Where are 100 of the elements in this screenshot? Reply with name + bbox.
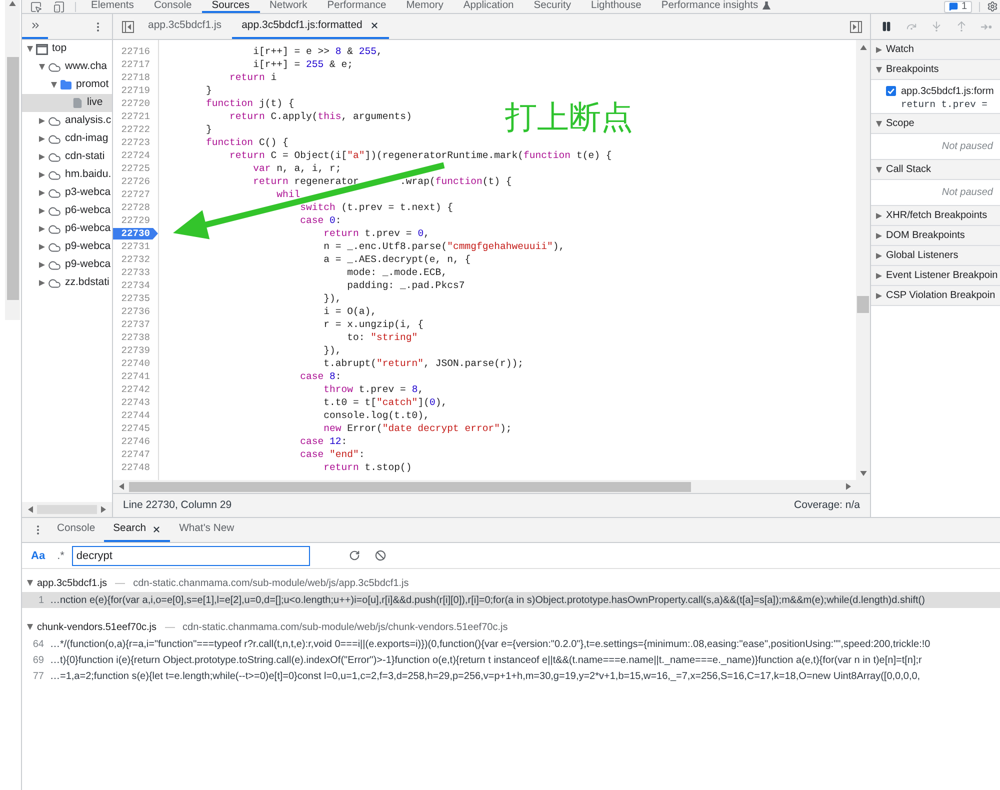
panel-tab[interactable]: Security xyxy=(524,0,581,13)
drawer-tab[interactable]: Search xyxy=(104,518,170,542)
scrollbar-thumb[interactable] xyxy=(857,296,869,313)
section-header[interactable]: DOM Breakpoints xyxy=(871,226,1000,246)
cloud-icon xyxy=(48,132,61,146)
section-header[interactable]: XHR/fetch Breakpoints xyxy=(871,206,1000,226)
breakpoint-location[interactable]: app.3c5bdcf1.js:form xyxy=(901,85,994,98)
caret-icon[interactable] xyxy=(876,252,882,258)
caret-icon[interactable] xyxy=(39,208,45,214)
tree-item[interactable]: live xyxy=(22,94,112,112)
tree-item[interactable]: hm.baidu. xyxy=(22,166,112,184)
panel-tab[interactable]: Lighthouse xyxy=(580,0,652,13)
panel-tab[interactable]: Application xyxy=(453,0,524,13)
tree-item[interactable]: p9-webca xyxy=(22,256,112,274)
search-match[interactable]: 77 …=1,a=2;function s(e){let t=e.length;while(--t>=0)e[t]=0}const l=0,u=1,c=2,f=3,d=258,h=29,p=256,v=p+1+h,m=30,g=19,y=2*v+1,b=15,w=16,_=7,x=256,S=16,C=17,k=18,O=new Uint8Array([0,0,0,0, xyxy=(22,668,1000,684)
file-name[interactable]: chunk-vendors.51eef70c.js xyxy=(37,620,157,634)
caret-icon[interactable] xyxy=(876,292,882,298)
section-header[interactable]: Call Stack xyxy=(871,160,1000,180)
caret-icon[interactable] xyxy=(39,154,45,160)
caret-icon[interactable] xyxy=(39,226,45,232)
tree-item[interactable]: p6-webca xyxy=(22,220,112,238)
panel-tab[interactable]: Elements xyxy=(81,0,144,13)
device-icon[interactable] xyxy=(53,0,65,12)
caret-icon[interactable] xyxy=(876,120,882,126)
caret-icon[interactable] xyxy=(39,190,45,196)
search-field[interactable]: decrypt xyxy=(72,546,310,566)
coverage-status: Coverage: n/a xyxy=(794,498,860,513)
line-number: 22731 xyxy=(121,240,150,253)
caret-icon[interactable] xyxy=(51,82,57,88)
sidebar-toggle-icon[interactable] xyxy=(850,20,862,32)
caret-icon[interactable] xyxy=(27,580,33,586)
caret-icon[interactable] xyxy=(39,262,45,268)
status-message: Not paused xyxy=(942,140,993,154)
caret-icon[interactable] xyxy=(39,136,45,142)
search-match[interactable]: 1 …nction e(e){for(var a,i,o=e[0],s=e[1],l=e[2],u=0,d=[];u<o.length;u++)i=o[u],r[i]&&d.push(r[i][0]),r[i]=0;for(a in s)Object.prototype.hasOwnProperty.call(s,a)&&(t[a]=s[a]);m&&m(e);while(d.length)d.shift() xyxy=(22,592,1000,608)
tree-item[interactable]: p3-webca xyxy=(22,184,112,202)
issues-badge[interactable]: 1 xyxy=(944,0,972,12)
settings-icon[interactable] xyxy=(987,1,998,12)
tree-item[interactable]: www.cha xyxy=(22,58,112,76)
scrollbar-thumb[interactable] xyxy=(6,57,18,300)
file-name[interactable]: app.3c5bdcf1.js xyxy=(37,576,108,590)
scroll-arrow-icon[interactable] xyxy=(118,483,124,490)
tree-item[interactable]: top xyxy=(22,40,112,58)
caret-icon[interactable] xyxy=(39,172,45,178)
scroll-arrow-icon[interactable] xyxy=(9,1,16,6)
tree-item[interactable]: p9-webca xyxy=(22,238,112,256)
search-match[interactable]: 69 …t){0}function i(e){return Object.prototype.toString.call(e).indexOf("Error")>-1}function o(e,t){return t instanceof e||t&&(t.name===e.name||t._name===e._name)}function a(e,t){for(var n in t)e[n]=t[n];r xyxy=(22,652,1000,668)
caret-icon[interactable] xyxy=(876,232,882,238)
code-line: switch (t.prev = t.next) { xyxy=(300,201,453,214)
panel-tab[interactable]: Network xyxy=(260,0,318,13)
editor-tab[interactable]: app.3c5bdcf1.js xyxy=(138,14,232,39)
scroll-arrow-icon[interactable] xyxy=(101,506,106,513)
caret-icon[interactable] xyxy=(39,118,45,124)
section-header[interactable]: Scope xyxy=(871,114,1000,134)
close-icon[interactable] xyxy=(152,524,162,534)
tree-item[interactable]: cdn-stati xyxy=(22,148,112,166)
caret-icon[interactable] xyxy=(876,46,882,52)
panel-tab[interactable]: Performance insights xyxy=(651,0,782,13)
close-icon[interactable] xyxy=(370,21,380,30)
section-header[interactable]: CSP Violation Breakpoin xyxy=(871,286,1000,306)
tree-item[interactable]: promot xyxy=(22,76,112,94)
caret-icon[interactable] xyxy=(876,212,882,218)
scroll-arrow-icon[interactable] xyxy=(860,44,866,50)
caret-icon[interactable] xyxy=(27,624,33,630)
scrollbar-thumb[interactable] xyxy=(129,482,691,492)
section-header[interactable]: Global Listeners xyxy=(871,246,1000,266)
caret-icon[interactable] xyxy=(876,272,882,278)
tree-item[interactable]: analysis.c xyxy=(22,112,112,130)
caret-icon[interactable] xyxy=(27,46,33,52)
refresh-icon[interactable] xyxy=(349,550,360,561)
drawer-tab[interactable]: Console xyxy=(48,518,104,542)
drawer-tab[interactable]: What's New xyxy=(170,518,244,542)
tree-item[interactable]: p6-webca xyxy=(22,202,112,220)
section-header[interactable]: Watch xyxy=(871,40,1000,60)
caret-icon[interactable] xyxy=(876,66,882,72)
inspect-icon[interactable] xyxy=(30,0,42,12)
panel-tab[interactable]: Console xyxy=(144,0,202,13)
section-header[interactable]: Event Listener Breakpoin xyxy=(871,266,1000,286)
search-option-button[interactable]: Aa xyxy=(31,548,46,562)
clear-icon[interactable] xyxy=(375,550,386,561)
caret-icon[interactable] xyxy=(39,64,45,70)
panel-tab[interactable]: Performance xyxy=(317,0,396,13)
sidebar-toggle-icon[interactable] xyxy=(122,20,134,32)
caret-icon[interactable] xyxy=(39,244,45,250)
line-number: 22742 xyxy=(121,383,150,396)
tree-item[interactable]: zz.bdstati xyxy=(22,274,112,292)
search-option-button[interactable]: .* xyxy=(57,548,64,562)
search-match[interactable]: 64 …*/(function(o,a){r=a,i="function"===typeof r?r.call(t,n,t,e):r,void 0===i||(e.exports=i)})(0,function(){var e={version:"0.2.0"},t=e.settings={minimum:.08,easing:"ease",positionUsing:"",speed:200,trickle:!0 xyxy=(22,636,1000,652)
scroll-arrow-icon[interactable] xyxy=(860,470,866,476)
section-header[interactable]: Breakpoints xyxy=(871,60,1000,80)
caret-icon[interactable] xyxy=(39,280,45,286)
scroll-arrow-icon[interactable] xyxy=(846,483,850,490)
pause-icon[interactable] xyxy=(881,21,892,32)
checkbox[interactable] xyxy=(886,86,896,96)
panel-tab[interactable]: Memory xyxy=(396,0,454,13)
code-line: t.abrupt("return", JSON.parse(r)); xyxy=(324,357,524,370)
line-number: 22748 xyxy=(121,461,150,474)
tree-item[interactable]: cdn-imag xyxy=(22,130,112,148)
caret-icon[interactable] xyxy=(876,166,882,172)
scroll-arrow-icon[interactable] xyxy=(28,506,33,513)
